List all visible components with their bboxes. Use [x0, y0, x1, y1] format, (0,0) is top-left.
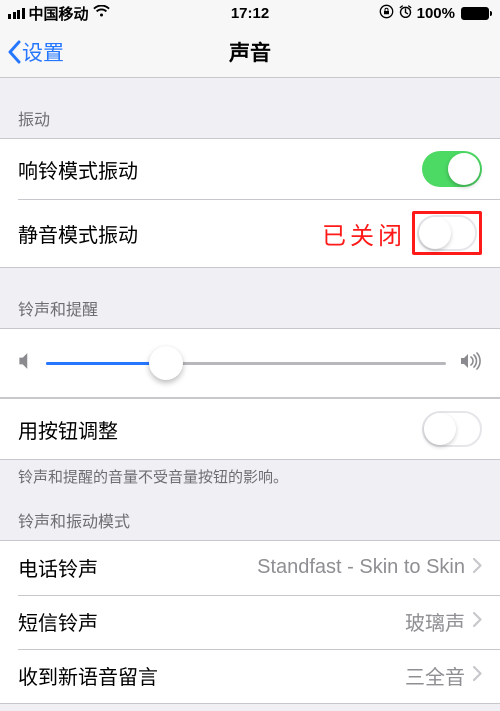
- row-value: 三全音: [405, 661, 465, 690]
- carrier-label: 中国移动: [29, 3, 89, 24]
- row-change-with-buttons[interactable]: 用按钮调整: [0, 399, 500, 459]
- row-text-tone[interactable]: 短信铃声 玻璃声: [0, 595, 500, 649]
- alarm-icon: [398, 4, 413, 23]
- list-ringer-buttons: 用按钮调整: [0, 398, 500, 460]
- section-footer-ringer: 铃声和提醒的音量不受音量按钮的影响。: [0, 460, 500, 494]
- section-header-patterns: 铃声和振动模式: [0, 494, 500, 540]
- row-value: Standfast - Skin to Skin: [257, 556, 465, 579]
- row-label: 用按钮调整: [18, 415, 118, 444]
- row-label: 电话铃声: [18, 553, 98, 582]
- row-label: 短信铃声: [18, 607, 98, 636]
- row-ringtone[interactable]: 电话铃声 Standfast - Skin to Skin: [0, 541, 500, 595]
- orientation-lock-icon: [379, 4, 394, 23]
- row-vibrate-on-silent[interactable]: 静音模式振动 已关闭: [0, 199, 500, 267]
- toggle-vibrate-on-silent[interactable]: [417, 215, 477, 251]
- nav-bar: 设置 声音: [0, 26, 500, 78]
- toggle-change-with-buttons[interactable]: [422, 411, 482, 447]
- chevron-right-icon: [473, 556, 482, 579]
- battery-percent: 100%: [417, 5, 455, 22]
- section-header-ringer: 铃声和提醒: [0, 268, 500, 328]
- chevron-right-icon: [473, 610, 482, 633]
- page-title: 声音: [229, 37, 271, 67]
- status-left: 中国移动: [8, 3, 110, 24]
- chevron-right-icon: [473, 664, 482, 687]
- volume-high-icon: [460, 352, 482, 375]
- row-voicemail[interactable]: 收到新语音留言 三全音: [0, 649, 500, 703]
- battery-icon: [461, 7, 492, 20]
- volume-slider[interactable]: [46, 347, 446, 379]
- status-time: 17:12: [231, 5, 269, 22]
- toggle-vibrate-on-ring[interactable]: [422, 151, 482, 187]
- volume-low-icon: [18, 352, 32, 375]
- section-header-vibration: 振动: [0, 78, 500, 138]
- annotation-highlight-box: [412, 211, 482, 255]
- back-button[interactable]: 设置: [0, 37, 64, 67]
- row-volume-slider: [0, 328, 500, 398]
- row-vibrate-on-ring[interactable]: 响铃模式振动: [0, 139, 500, 199]
- annotation-off-label: 已关闭: [322, 216, 406, 251]
- row-label: 响铃模式振动: [18, 155, 138, 184]
- status-right: 100%: [379, 4, 492, 23]
- list-vibration: 响铃模式振动 静音模式振动 已关闭: [0, 138, 500, 268]
- wifi-icon: [93, 5, 110, 22]
- row-value: 玻璃声: [405, 607, 465, 636]
- list-patterns: 电话铃声 Standfast - Skin to Skin 短信铃声 玻璃声 收…: [0, 540, 500, 704]
- row-label: 收到新语音留言: [18, 661, 158, 690]
- status-bar: 中国移动 17:12 100%: [0, 0, 500, 26]
- back-label: 设置: [22, 37, 64, 67]
- chevron-left-icon: [6, 40, 22, 64]
- signal-icon: [8, 8, 25, 19]
- row-label: 静音模式振动: [18, 219, 138, 248]
